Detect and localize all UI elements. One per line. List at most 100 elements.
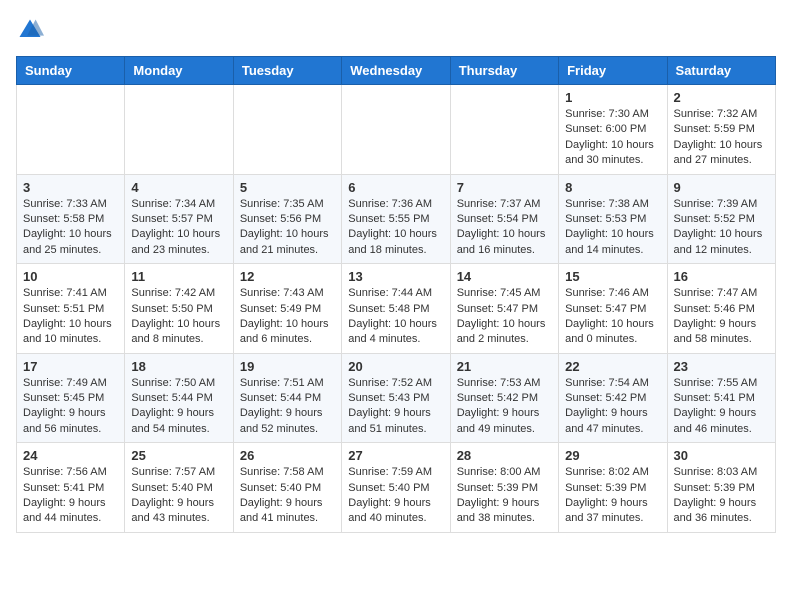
- day-number: 13: [348, 269, 443, 284]
- day-info: Sunrise: 7:49 AMSunset: 5:45 PMDaylight:…: [23, 376, 118, 438]
- calendar-cell: 8Sunrise: 7:38 AMSunset: 5:53 PMDaylight…: [559, 174, 667, 264]
- logo: [16, 16, 48, 44]
- day-number: 24: [23, 448, 118, 463]
- calendar-cell: 5 Sunrise: 7:35 AMSunset: 5:56 PMDaylight…: [233, 174, 341, 264]
- day-number: 29: [565, 448, 660, 463]
- day-info: Sunrise: 7:57 AMSunset: 5:40 PMDaylight:…: [131, 465, 226, 527]
- calendar-cell: 29 Sunrise: 8:02 AMSunset: 5:39 PMDayligh…: [559, 443, 667, 533]
- calendar-cell: 26 Sunrise: 7:58 AMSunset: 5:40 PMDayligh…: [233, 443, 341, 533]
- calendar-header-row: SundayMondayTuesdayWednesdayThursdayFrid…: [17, 57, 776, 85]
- day-header-saturday: Saturday: [667, 57, 775, 85]
- calendar-cell: 7Sunrise: 7:37 AMSunset: 5:54 PMDaylight…: [450, 174, 558, 264]
- day-number: 28: [457, 448, 552, 463]
- day-number: 5: [240, 180, 335, 195]
- day-number: 10: [23, 269, 118, 284]
- day-number: 18: [131, 359, 226, 374]
- day-header-friday: Friday: [559, 57, 667, 85]
- day-info: Sunrise: 7:42 AMSunset: 5:50 PMDaylight:…: [131, 286, 226, 348]
- calendar-cell: 23 Sunrise: 7:55 AMSunset: 5:41 PMDayligh…: [667, 353, 775, 443]
- calendar-week-5: 24 Sunrise: 7:56 AMSunset: 5:41 PMDayligh…: [17, 443, 776, 533]
- day-number: 22: [565, 359, 660, 374]
- day-info: Sunrise: 7:32 AMSunset: 5:59 PMDaylight:…: [674, 107, 769, 169]
- day-header-tuesday: Tuesday: [233, 57, 341, 85]
- calendar-cell: 21 Sunrise: 7:53 AMSunset: 5:42 PMDayligh…: [450, 353, 558, 443]
- day-info: Sunrise: 7:58 AMSunset: 5:40 PMDaylight:…: [240, 465, 335, 527]
- calendar-cell: 22 Sunrise: 7:54 AMSunset: 5:42 PMDayligh…: [559, 353, 667, 443]
- calendar-cell: 9 Sunrise: 7:39 AMSunset: 5:52 PMDaylight…: [667, 174, 775, 264]
- day-info: Sunrise: 8:00 AMSunset: 5:39 PMDaylight:…: [457, 465, 552, 527]
- day-info: Sunrise: 7:33 AMSunset: 5:58 PMDaylight:…: [23, 197, 118, 259]
- calendar-cell: [125, 85, 233, 175]
- day-header-sunday: Sunday: [17, 57, 125, 85]
- day-number: 16: [674, 269, 769, 284]
- calendar-cell: 16 Sunrise: 7:47 AMSunset: 5:46 PMDayligh…: [667, 264, 775, 354]
- day-info: Sunrise: 7:34 AMSunset: 5:57 PMDaylight:…: [131, 197, 226, 259]
- calendar-week-1: 1 Sunrise: 7:30 AMSunset: 6:00 PMDaylight…: [17, 85, 776, 175]
- page-header: [16, 16, 776, 44]
- day-number: 19: [240, 359, 335, 374]
- calendar-cell: 20 Sunrise: 7:52 AMSunset: 5:43 PMDayligh…: [342, 353, 450, 443]
- calendar-cell: 12 Sunrise: 7:43 AMSunset: 5:49 PMDayligh…: [233, 264, 341, 354]
- calendar-cell: 10 Sunrise: 7:41 AMSunset: 5:51 PMDayligh…: [17, 264, 125, 354]
- day-info: Sunrise: 7:55 AMSunset: 5:41 PMDaylight:…: [674, 376, 769, 438]
- day-info: Sunrise: 7:46 AMSunset: 5:47 PMDaylight:…: [565, 286, 660, 348]
- day-number: 20: [348, 359, 443, 374]
- day-number: 3: [23, 180, 118, 195]
- calendar-cell: 13 Sunrise: 7:44 AMSunset: 5:48 PMDayligh…: [342, 264, 450, 354]
- day-header-monday: Monday: [125, 57, 233, 85]
- day-header-wednesday: Wednesday: [342, 57, 450, 85]
- day-number: 21: [457, 359, 552, 374]
- day-number: 25: [131, 448, 226, 463]
- calendar-cell: 6 Sunrise: 7:36 AMSunset: 5:55 PMDaylight…: [342, 174, 450, 264]
- day-number: 1: [565, 90, 660, 105]
- day-number: 23: [674, 359, 769, 374]
- calendar-cell: [342, 85, 450, 175]
- day-number: 15: [565, 269, 660, 284]
- day-info: Sunrise: 7:37 AMSunset: 5:54 PMDaylight:…: [457, 197, 552, 259]
- calendar-table: SundayMondayTuesdayWednesdayThursdayFrid…: [16, 56, 776, 533]
- calendar-cell: 30Sunrise: 8:03 AMSunset: 5:39 PMDayligh…: [667, 443, 775, 533]
- day-info: Sunrise: 7:35 AMSunset: 5:56 PMDaylight:…: [240, 197, 335, 259]
- day-number: 12: [240, 269, 335, 284]
- day-info: Sunrise: 7:38 AMSunset: 5:53 PMDaylight:…: [565, 197, 660, 259]
- day-header-thursday: Thursday: [450, 57, 558, 85]
- day-number: 30: [674, 448, 769, 463]
- day-info: Sunrise: 7:47 AMSunset: 5:46 PMDaylight:…: [674, 286, 769, 348]
- day-number: 26: [240, 448, 335, 463]
- calendar-cell: 18Sunrise: 7:50 AMSunset: 5:44 PMDayligh…: [125, 353, 233, 443]
- calendar-cell: 3 Sunrise: 7:33 AMSunset: 5:58 PMDaylight…: [17, 174, 125, 264]
- day-info: Sunrise: 7:41 AMSunset: 5:51 PMDaylight:…: [23, 286, 118, 348]
- calendar-week-4: 17 Sunrise: 7:49 AMSunset: 5:45 PMDayligh…: [17, 353, 776, 443]
- day-info: Sunrise: 7:30 AMSunset: 6:00 PMDaylight:…: [565, 107, 660, 169]
- day-info: Sunrise: 7:44 AMSunset: 5:48 PMDaylight:…: [348, 286, 443, 348]
- day-number: 17: [23, 359, 118, 374]
- calendar-cell: 4 Sunrise: 7:34 AMSunset: 5:57 PMDaylight…: [125, 174, 233, 264]
- calendar-cell: [17, 85, 125, 175]
- day-number: 27: [348, 448, 443, 463]
- day-info: Sunrise: 7:36 AMSunset: 5:55 PMDaylight:…: [348, 197, 443, 259]
- calendar-week-3: 10 Sunrise: 7:41 AMSunset: 5:51 PMDayligh…: [17, 264, 776, 354]
- calendar-cell: 15 Sunrise: 7:46 AMSunset: 5:47 PMDayligh…: [559, 264, 667, 354]
- calendar-cell: 28 Sunrise: 8:00 AMSunset: 5:39 PMDayligh…: [450, 443, 558, 533]
- calendar-cell: 27 Sunrise: 7:59 AMSunset: 5:40 PMDayligh…: [342, 443, 450, 533]
- day-number: 4: [131, 180, 226, 195]
- day-number: 2: [674, 90, 769, 105]
- day-number: 9: [674, 180, 769, 195]
- calendar-cell: 11Sunrise: 7:42 AMSunset: 5:50 PMDayligh…: [125, 264, 233, 354]
- day-info: Sunrise: 7:52 AMSunset: 5:43 PMDaylight:…: [348, 376, 443, 438]
- day-info: Sunrise: 8:02 AMSunset: 5:39 PMDaylight:…: [565, 465, 660, 527]
- calendar-cell: 19Sunrise: 7:51 AMSunset: 5:44 PMDayligh…: [233, 353, 341, 443]
- day-info: Sunrise: 7:54 AMSunset: 5:42 PMDaylight:…: [565, 376, 660, 438]
- calendar-cell: 14 Sunrise: 7:45 AMSunset: 5:47 PMDayligh…: [450, 264, 558, 354]
- day-info: Sunrise: 7:59 AMSunset: 5:40 PMDaylight:…: [348, 465, 443, 527]
- day-number: 6: [348, 180, 443, 195]
- logo-icon: [16, 16, 44, 44]
- day-info: Sunrise: 7:53 AMSunset: 5:42 PMDaylight:…: [457, 376, 552, 438]
- day-number: 14: [457, 269, 552, 284]
- day-info: Sunrise: 7:39 AMSunset: 5:52 PMDaylight:…: [674, 197, 769, 259]
- calendar-cell: 24 Sunrise: 7:56 AMSunset: 5:41 PMDayligh…: [17, 443, 125, 533]
- day-info: Sunrise: 7:45 AMSunset: 5:47 PMDaylight:…: [457, 286, 552, 348]
- day-info: Sunrise: 7:43 AMSunset: 5:49 PMDaylight:…: [240, 286, 335, 348]
- day-info: Sunrise: 7:56 AMSunset: 5:41 PMDaylight:…: [23, 465, 118, 527]
- calendar-cell: 1 Sunrise: 7:30 AMSunset: 6:00 PMDaylight…: [559, 85, 667, 175]
